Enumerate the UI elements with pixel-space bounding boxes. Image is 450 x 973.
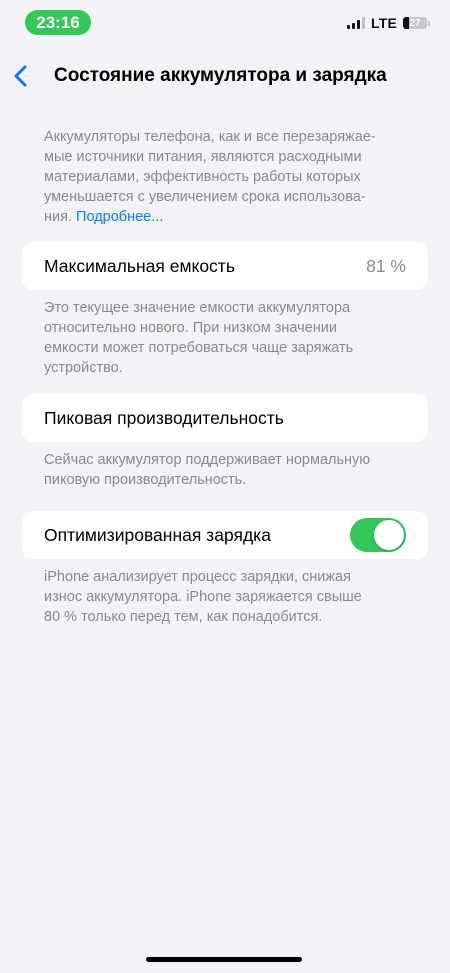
learn-more-link[interactable]: Подробнее... bbox=[76, 209, 163, 225]
optimized-charging-description: iPhone анализирует процесс зарядки, сниж… bbox=[44, 567, 404, 627]
optimized-charging-row: Оптимизированная зарядка bbox=[22, 511, 428, 559]
intro-line: материалами, эффективность работы которы… bbox=[44, 169, 361, 185]
optimized-charging-label: Оптимизированная зарядка bbox=[44, 524, 271, 545]
status-indicators: LTE 27 bbox=[346, 15, 430, 31]
description-line: Это текущее значение емкости аккумулятор… bbox=[44, 300, 351, 316]
max-capacity-description: Это текущее значение емкости аккумулятор… bbox=[44, 298, 404, 378]
peak-performance-row: Пиковая производительность bbox=[22, 394, 428, 442]
home-indicator[interactable] bbox=[146, 957, 302, 962]
description-line: износ аккумулятора. iPhone заряжается св… bbox=[44, 589, 362, 605]
battery-icon: 27 bbox=[403, 17, 427, 29]
battery-tip bbox=[428, 20, 430, 26]
intro-line: ния. Подробнее... bbox=[44, 207, 404, 227]
intro-line: Аккумуляторы телефона, как и все перезар… bbox=[44, 129, 376, 145]
peak-performance-description: Сейчас аккумулятор поддерживает нормальн… bbox=[44, 450, 404, 490]
intro-line: уменьшается с увеличением срока использо… bbox=[44, 189, 366, 205]
status-time[interactable]: 23:16 bbox=[25, 10, 91, 35]
cellular-signal-icon bbox=[346, 17, 365, 29]
description-line: пиковую производительность. bbox=[44, 472, 247, 488]
back-button[interactable] bbox=[10, 62, 34, 90]
optimized-charging-toggle[interactable] bbox=[350, 518, 406, 552]
intro-last-text: ния. bbox=[44, 209, 77, 225]
status-bar: 23:16 LTE 27 bbox=[0, 0, 450, 44]
max-capacity-value: 81 % bbox=[366, 255, 406, 276]
toggle-knob bbox=[374, 520, 404, 550]
battery-level: 27 bbox=[409, 17, 421, 29]
description-line: Сейчас аккумулятор поддерживает нормальн… bbox=[44, 452, 371, 468]
description-line: iPhone анализирует процесс зарядки, сниж… bbox=[44, 569, 351, 585]
network-type: LTE bbox=[370, 15, 397, 31]
intro-line: мые источники питания, являются расходны… bbox=[44, 149, 362, 165]
page-title: Состояние аккумулятора и зарядка bbox=[54, 65, 387, 86]
intro-description: Аккумуляторы телефона, как и все перезар… bbox=[44, 127, 404, 227]
peak-performance-label: Пиковая производительность bbox=[44, 407, 284, 428]
description-line: 80 % только перед тем, как понадобится. bbox=[44, 609, 323, 625]
max-capacity-row: Максимальная емкость 81 % bbox=[22, 242, 428, 290]
description-line: емкости может потребоваться чаще заряжат… bbox=[44, 340, 354, 356]
nav-bar: Состояние аккумулятора и зарядка bbox=[0, 58, 450, 94]
description-line: устройство. bbox=[44, 360, 123, 376]
chevron-left-icon bbox=[14, 65, 27, 87]
description-line: относительно нового. При низком значении bbox=[44, 320, 337, 336]
max-capacity-label: Максимальная емкость bbox=[44, 255, 235, 276]
